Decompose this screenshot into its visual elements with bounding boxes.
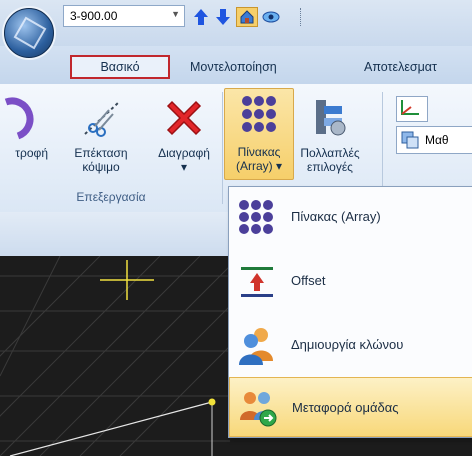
group-label-edit: Επεξεργασία bbox=[76, 190, 146, 204]
material-field[interactable]: Μαθ bbox=[396, 126, 472, 154]
selections-label: επιλογές bbox=[307, 160, 353, 174]
scissors-icon bbox=[84, 101, 120, 137]
extend-label: Επέκταση bbox=[74, 146, 128, 160]
level-dropdown[interactable]: 3-900.00 ▼ bbox=[63, 5, 185, 27]
eye-icon bbox=[262, 11, 280, 23]
menu-item-move-group[interactable]: Μεταφορά ομάδας bbox=[229, 377, 472, 437]
delete-x-icon bbox=[166, 100, 202, 136]
array-icon bbox=[239, 200, 273, 234]
array-dropdown-menu: Πίνακας (Array) Offset Δημιουργία κλώνου… bbox=[228, 186, 472, 438]
delete-label: Διαγραφή bbox=[158, 146, 210, 160]
array-label: Πίνακας bbox=[237, 145, 281, 159]
material-field-text: Μαθ bbox=[425, 133, 449, 147]
rotate-icon bbox=[4, 97, 34, 140]
level-up-button[interactable] bbox=[192, 7, 210, 27]
array-icon bbox=[242, 96, 276, 132]
menu-item-array[interactable]: Πίνακας (Array) bbox=[229, 187, 472, 247]
move-group-icon bbox=[240, 392, 277, 427]
clone-users-icon bbox=[239, 328, 273, 365]
toolbar-separator bbox=[300, 8, 304, 26]
view-3d-button[interactable] bbox=[236, 7, 258, 27]
tab-basic[interactable]: Βασικό bbox=[70, 55, 170, 79]
multi-select-icon bbox=[316, 100, 346, 136]
tab-results[interactable]: Αποτελεσματ bbox=[354, 55, 447, 79]
chevron-down-icon: ▾ bbox=[180, 160, 188, 174]
menu-item-label: Offset bbox=[291, 273, 326, 288]
arrow-up-icon bbox=[194, 9, 208, 25]
axis-icon bbox=[401, 100, 419, 115]
house-icon bbox=[240, 10, 254, 24]
array-sublabel: (Array) ▾ bbox=[235, 159, 283, 173]
menu-item-label: Δημιουργία κλώνου bbox=[291, 337, 404, 352]
axis-dropdown[interactable] bbox=[396, 96, 428, 122]
array-button[interactable]: Πίνακας (Array) ▾ bbox=[224, 88, 294, 180]
tab-modeling[interactable]: Μοντελοποίηση bbox=[180, 55, 287, 79]
menu-item-offset[interactable]: Offset bbox=[229, 251, 472, 311]
level-down-button[interactable] bbox=[214, 7, 232, 27]
multiple-label: Πολλαπλές bbox=[300, 146, 360, 160]
arrow-down-icon bbox=[216, 9, 230, 25]
visibility-button[interactable] bbox=[262, 7, 280, 27]
menu-item-clone[interactable]: Δημιουργία κλώνου bbox=[229, 315, 472, 375]
offset-icon bbox=[241, 267, 273, 297]
level-value: 3-900.00 bbox=[70, 9, 118, 23]
chevron-down-icon: ▼ bbox=[171, 9, 180, 19]
material-icon bbox=[401, 131, 419, 149]
application-menu-button[interactable] bbox=[4, 8, 54, 58]
trim-label: κόψιμο bbox=[82, 160, 120, 174]
rotate-label: τροφή bbox=[15, 146, 48, 160]
menu-item-label: Μεταφορά ομάδας bbox=[292, 400, 399, 415]
group-divider bbox=[222, 92, 223, 204]
menu-item-label: Πίνακας (Array) bbox=[291, 209, 381, 224]
